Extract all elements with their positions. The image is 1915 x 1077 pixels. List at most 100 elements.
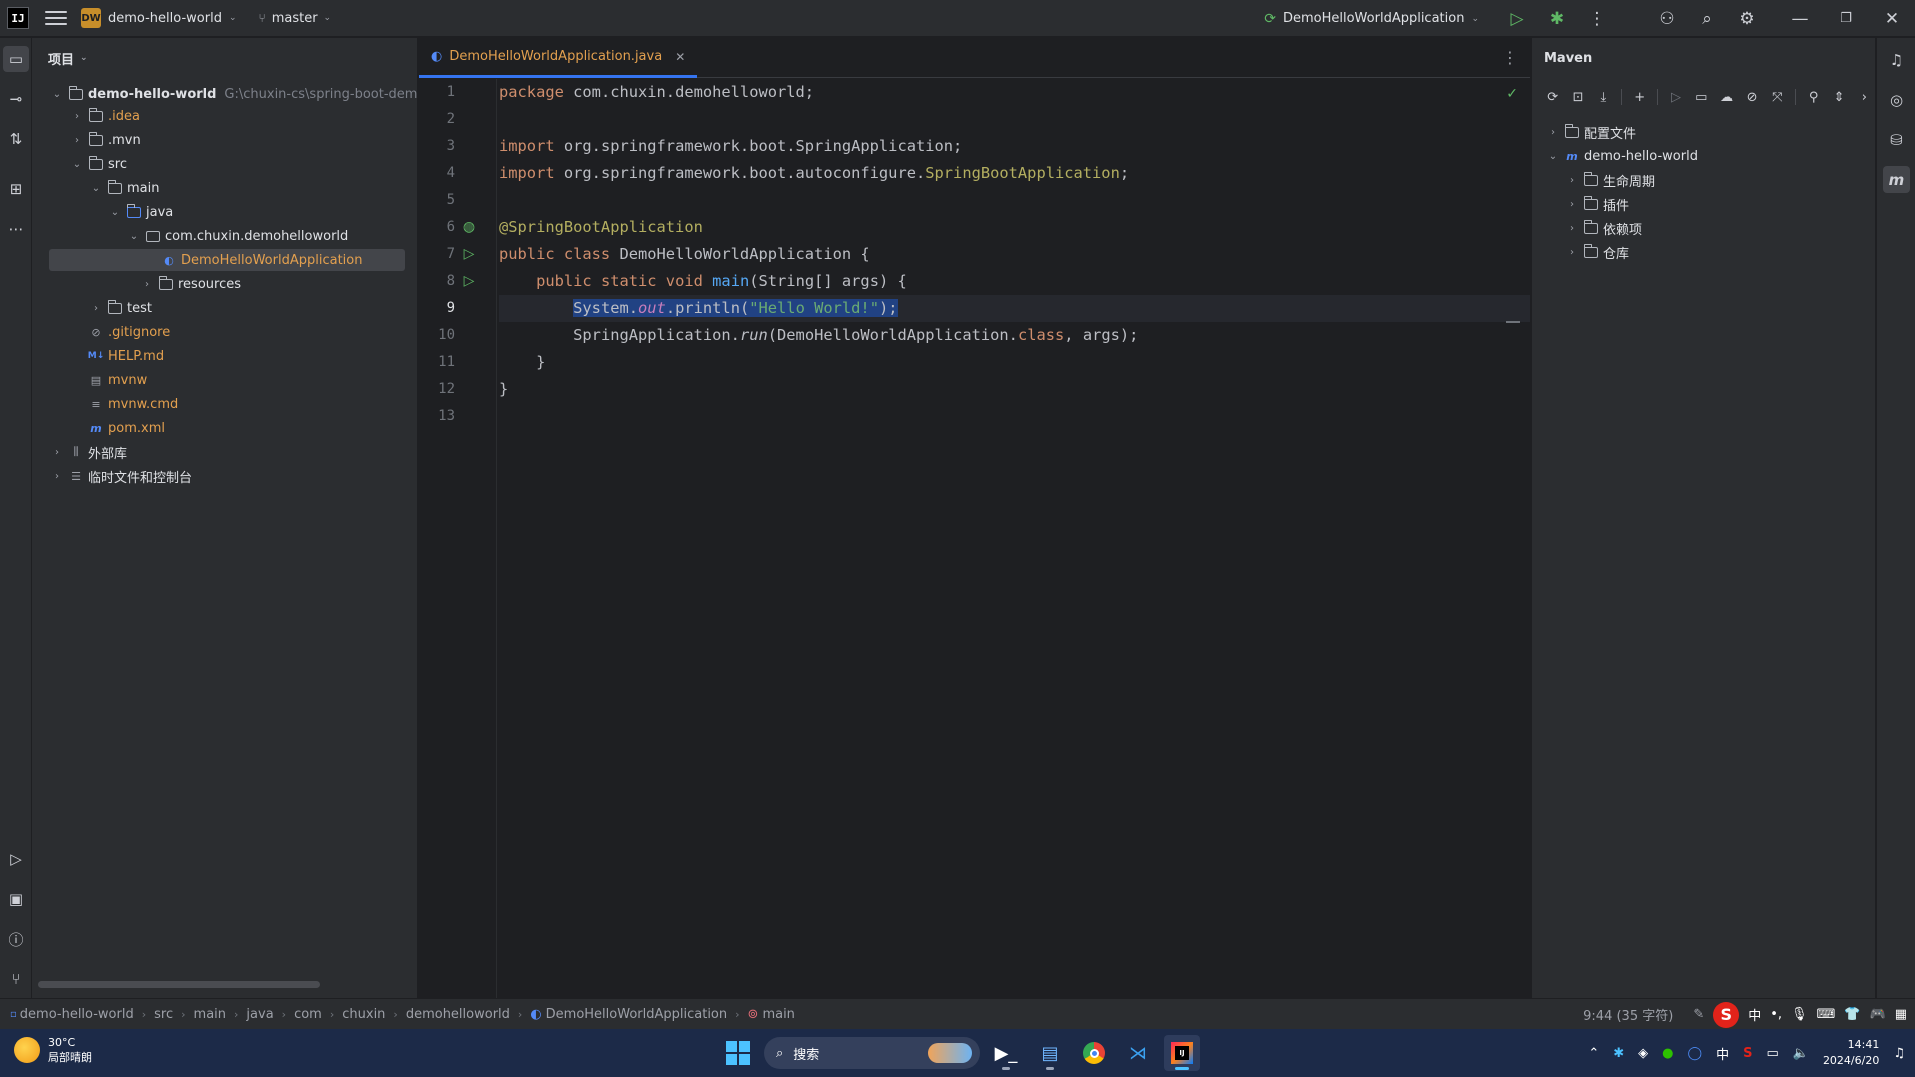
chevron-right-icon[interactable]: ›	[1565, 223, 1579, 234]
settings-icon[interactable]: ⚙	[1727, 0, 1767, 37]
breadcrumb-item[interactable]: main	[194, 1007, 226, 1022]
minimize-icon[interactable]: —	[1777, 0, 1823, 37]
close-icon[interactable]: ✕	[1869, 0, 1915, 37]
wechat-tray-icon[interactable]: ●	[1662, 1046, 1673, 1061]
terminal-tool-icon[interactable]: ▣	[3, 886, 29, 912]
tree-item-help[interactable]: M↓ HELP.md	[84, 345, 164, 367]
more-tools-icon[interactable]: ⋯	[3, 216, 29, 242]
vscode-app-icon[interactable]: ⋊	[1120, 1035, 1156, 1071]
run-gutter-icon[interactable]: ▷	[460, 272, 478, 290]
chevron-down-icon[interactable]: ⌄	[50, 89, 64, 100]
project-switcher[interactable]: DW demo-hello-world ⌄	[81, 8, 237, 28]
terminal-app-icon[interactable]: ▶_	[988, 1035, 1024, 1071]
show-dependencies-icon[interactable]: ⚲	[1803, 86, 1824, 108]
chevron-down-icon[interactable]: ⌄	[108, 207, 122, 218]
chevron-down-icon[interactable]: ⌄	[89, 183, 103, 194]
editor-tab[interactable]: ◐ DemoHelloWorldApplication.java ✕	[419, 38, 698, 78]
caret-position[interactable]: 9:44 (35 字符)	[1583, 1005, 1673, 1024]
chevron-right-icon[interactable]: ›	[140, 279, 154, 290]
tree-item-scratches[interactable]: › ☰ 临时文件和控制台	[50, 465, 192, 487]
game-icon[interactable]: 🎮	[1870, 1007, 1886, 1022]
maven-tree-plugins[interactable]: › 插件	[1565, 193, 1629, 215]
volume-icon[interactable]: 🔈	[1793, 1046, 1809, 1061]
gamepad-tray-icon[interactable]: ◈	[1638, 1046, 1648, 1061]
reload-icon[interactable]: ⟳	[1542, 86, 1563, 108]
tree-item-mvnw-cmd[interactable]: ≡ mvnw.cmd	[84, 393, 178, 415]
breadcrumb-item[interactable]: demohelloworld	[406, 1007, 510, 1022]
skip-tests-icon[interactable]: ⊘	[1741, 86, 1762, 108]
breadcrumb-item[interactable]: main	[762, 1007, 794, 1022]
chevron-right-icon[interactable]: ›	[50, 447, 64, 458]
tray-language[interactable]: 中	[1716, 1044, 1729, 1063]
ime-language[interactable]: 中	[1748, 1005, 1761, 1024]
offline-icon[interactable]: ☁	[1716, 86, 1737, 108]
tree-item-main[interactable]: ⌄ main	[89, 177, 159, 199]
tree-item-package[interactable]: ⌄ com.chuxin.demohelloworld	[127, 225, 348, 247]
sogou-tray-icon[interactable]: S	[1743, 1046, 1752, 1061]
run-gutter-icon[interactable]: ▷	[460, 245, 478, 263]
tree-item-main-class[interactable]: ◐ DemoHelloWorldApplication	[49, 249, 405, 271]
expand-all-icon[interactable]: ⇕	[1828, 86, 1849, 108]
problems-tool-icon[interactable]: ⓘ	[3, 926, 29, 952]
maven-tree-profiles[interactable]: › 配置文件	[1546, 121, 1636, 143]
skin-icon[interactable]: 👕	[1844, 1007, 1860, 1022]
sogou-ime-icon[interactable]: S	[1713, 1001, 1740, 1028]
download-icon[interactable]: ⤓	[1593, 86, 1614, 108]
clock[interactable]: 14:41 2024/6/20	[1823, 1037, 1879, 1069]
maven-tree-repositories[interactable]: › 仓库	[1565, 241, 1629, 263]
maven-tool-icon[interactable]: m	[1883, 166, 1910, 193]
chevron-right-icon[interactable]: ›	[1854, 86, 1875, 108]
bluetooth-icon[interactable]: ✱	[1613, 1046, 1624, 1061]
generate-sources-icon[interactable]: ⊡	[1567, 86, 1588, 108]
tree-item-resources[interactable]: › resources	[140, 273, 241, 295]
toolbox-icon[interactable]: ▦	[1895, 1007, 1907, 1022]
structure-tool-icon[interactable]: ⊞	[3, 176, 29, 202]
tree-item-gitignore[interactable]: ⊘ .gitignore	[84, 321, 170, 343]
project-tool-icon[interactable]: ▭	[3, 46, 29, 72]
chevron-right-icon[interactable]: ›	[1565, 199, 1579, 210]
tray-app-icon[interactable]: ◯	[1688, 1046, 1703, 1061]
more-icon[interactable]: ⋮	[1502, 48, 1518, 67]
pull-requests-icon[interactable]: ⇅	[3, 126, 29, 152]
tree-item-idea[interactable]: › .idea	[70, 105, 140, 127]
tree-item-mvnw[interactable]: ▤ mvnw	[84, 369, 147, 391]
restore-icon[interactable]: ❐	[1823, 0, 1869, 37]
run-tool-icon[interactable]: ▷	[3, 846, 29, 872]
weather-widget[interactable]: 30°C 局部晴朗	[14, 1035, 92, 1065]
maven-tree-lifecycle[interactable]: › 生命周期	[1565, 169, 1655, 191]
breadcrumb-item[interactable]: DemoHelloWorldApplication	[546, 1007, 727, 1022]
taskbar-search[interactable]: ⌕ 搜索	[764, 1037, 980, 1069]
network-icon[interactable]: ▭	[1766, 1046, 1778, 1061]
tree-item-src[interactable]: ⌄ src	[70, 153, 127, 175]
edit-icon[interactable]: ✎	[1693, 1007, 1704, 1022]
chevron-right-icon[interactable]: ›	[89, 303, 103, 314]
tree-item-external-libs[interactable]: › ⫼ 外部库	[50, 441, 127, 463]
maven-tree-dependencies[interactable]: › 依赖项	[1565, 217, 1642, 239]
breadcrumb-item[interactable]: com	[294, 1007, 322, 1022]
run-icon[interactable]: ▷	[1497, 0, 1537, 37]
keyboard-icon[interactable]: ⌨	[1817, 1007, 1836, 1022]
tree-item-java[interactable]: ⌄ java	[108, 201, 173, 223]
microphone-icon[interactable]: 🎙	[1791, 1007, 1808, 1022]
notepad-app-icon[interactable]: ▤	[1032, 1035, 1068, 1071]
chevron-right-icon[interactable]: ›	[1565, 247, 1579, 258]
branch-switcher[interactable]: ⑂ master ⌄	[259, 11, 332, 26]
execute-goal-icon[interactable]: ▭	[1691, 86, 1712, 108]
commit-tool-icon[interactable]: ⊸	[3, 86, 29, 112]
run-configuration-selector[interactable]: ⟳ DemoHelloWorldApplication ⌄	[1264, 11, 1479, 27]
horizontal-scrollbar[interactable]	[38, 981, 320, 988]
debug-icon[interactable]: ✱	[1537, 0, 1577, 37]
add-user-icon[interactable]: ⚇	[1647, 0, 1687, 37]
tree-item-pom[interactable]: m pom.xml	[84, 417, 165, 439]
collapse-icon[interactable]: ⤧	[1767, 86, 1788, 108]
chevron-right-icon[interactable]: ›	[70, 135, 84, 146]
no-problems-check-icon[interactable]: ✓	[1506, 86, 1518, 102]
more-icon[interactable]: ⋮	[1577, 0, 1617, 37]
chevron-right-icon[interactable]: ›	[70, 111, 84, 122]
tree-item-root[interactable]: ⌄ demo-hello-world G:\chuxin-cs\spring-b…	[50, 83, 417, 105]
project-panel-header[interactable]: 项目 ⌄	[32, 38, 417, 78]
chevron-right-icon[interactable]: ›	[1546, 127, 1560, 138]
ai-assistant-icon[interactable]: ◎	[1883, 86, 1910, 113]
run-icon[interactable]: ▷	[1665, 86, 1686, 108]
add-icon[interactable]: +	[1629, 86, 1650, 108]
